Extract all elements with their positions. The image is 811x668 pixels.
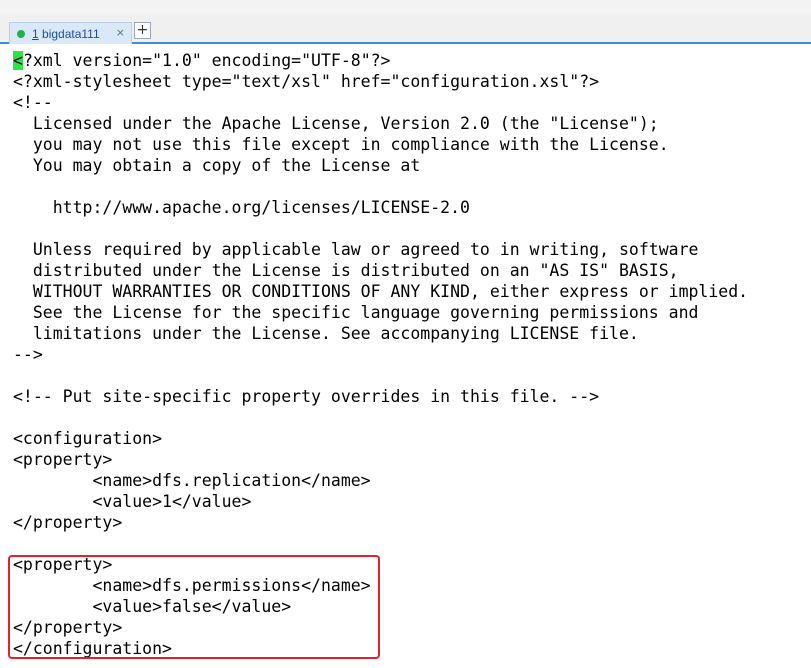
code-line-text: </configuration> [13,639,172,658]
code-line-text: http://www.apache.org/licenses/LICENSE-2… [13,198,470,217]
code-line: WITHOUT WARRANTIES OR CONDITIONS OF ANY … [13,281,748,302]
code-line: http://www.apache.org/licenses/LICENSE-2… [13,197,748,218]
code-line: Licensed under the Apache License, Versi… [13,113,748,134]
code-line: You may obtain a copy of the License at [13,155,748,176]
code-line: <!-- [13,92,748,113]
code-line-text: <name>dfs.permissions</name> [13,576,371,595]
code-line: <name>dfs.replication</name> [13,470,748,491]
code-line-text: See the License for the specific languag… [13,303,699,322]
text-cursor: < [13,51,23,70]
tab-bigdata111[interactable]: 1 bigdata111 × [9,22,132,44]
code-line: <name>dfs.permissions</name> [13,575,748,596]
code-line-text: you may not use this file except in comp… [13,135,669,154]
code-line-text: distributed under the License is distrib… [13,261,679,280]
terminal-window: 1 bigdata111 × + <?xml version="1.0" enc… [0,0,811,668]
code-line: </configuration> [13,638,748,659]
code-line-text: </property> [13,618,123,637]
tab-bar: 1 bigdata111 × + [0,14,811,44]
code-line-text: Unless required by applicable law or agr… [13,240,699,259]
code-line: </property> [13,512,748,533]
code-line: <?xml-stylesheet type="text/xsl" href="c… [13,71,748,92]
code-content: <?xml version="1.0" encoding="UTF-8"?> <?… [13,50,748,659]
code-line-text: <?xml-stylesheet type="text/xsl" href="c… [13,72,600,91]
code-line: <configuration> [13,428,748,449]
tab-label: 1 bigdata111 [32,27,100,41]
code-line: <property> [13,449,748,470]
code-line: --> [13,344,748,365]
code-line: you may not use this file except in comp… [13,134,748,155]
code-line-text: --> [13,345,43,364]
code-line-text: <!-- [13,93,53,112]
code-line-text: ?xml version="1.0" encoding="UTF-8"?> [22,51,391,70]
add-tab-button[interactable]: + [134,22,151,39]
code-line: <value>false</value> [13,596,748,617]
code-line-text: You may obtain a copy of the License at [13,156,421,175]
tab-title: bigdata111 [42,26,100,41]
code-line-text: <value>1</value> [13,492,252,511]
code-line-text: <property> [13,450,113,469]
code-line: <value>1</value> [13,491,748,512]
code-line: <property> [13,554,748,575]
code-line: limitations under the License. See accom… [13,323,748,344]
connection-status-icon [17,29,25,38]
window-top-strip [0,0,811,14]
code-line: <?xml version="1.0" encoding="UTF-8"?> [13,50,748,71]
code-line: <!-- Put site-specific property override… [13,386,748,407]
code-line-text: WITHOUT WARRANTIES OR CONDITIONS OF ANY … [13,282,749,301]
code-line-text: <name>dfs.replication</name> [13,471,371,490]
tab-number: 1 [32,26,39,41]
code-line: </property> [13,617,748,638]
code-line: Unless required by applicable law or agr… [13,239,748,260]
code-line-text: <property> [13,555,113,574]
code-line-text: limitations under the License. See accom… [13,324,639,343]
code-line: distributed under the License is distrib… [13,260,748,281]
code-line-text: <!-- Put site-specific property override… [13,387,600,406]
code-line: See the License for the specific languag… [13,302,748,323]
code-line-text: <value>false</value> [13,597,292,616]
code-line-text: </property> [13,513,123,532]
text-editor[interactable]: <?xml version="1.0" encoding="UTF-8"?> <?… [0,46,811,668]
close-icon[interactable]: × [116,26,125,39]
code-line-text: Licensed under the Apache License, Versi… [13,114,659,133]
code-line-text: <configuration> [13,429,163,448]
